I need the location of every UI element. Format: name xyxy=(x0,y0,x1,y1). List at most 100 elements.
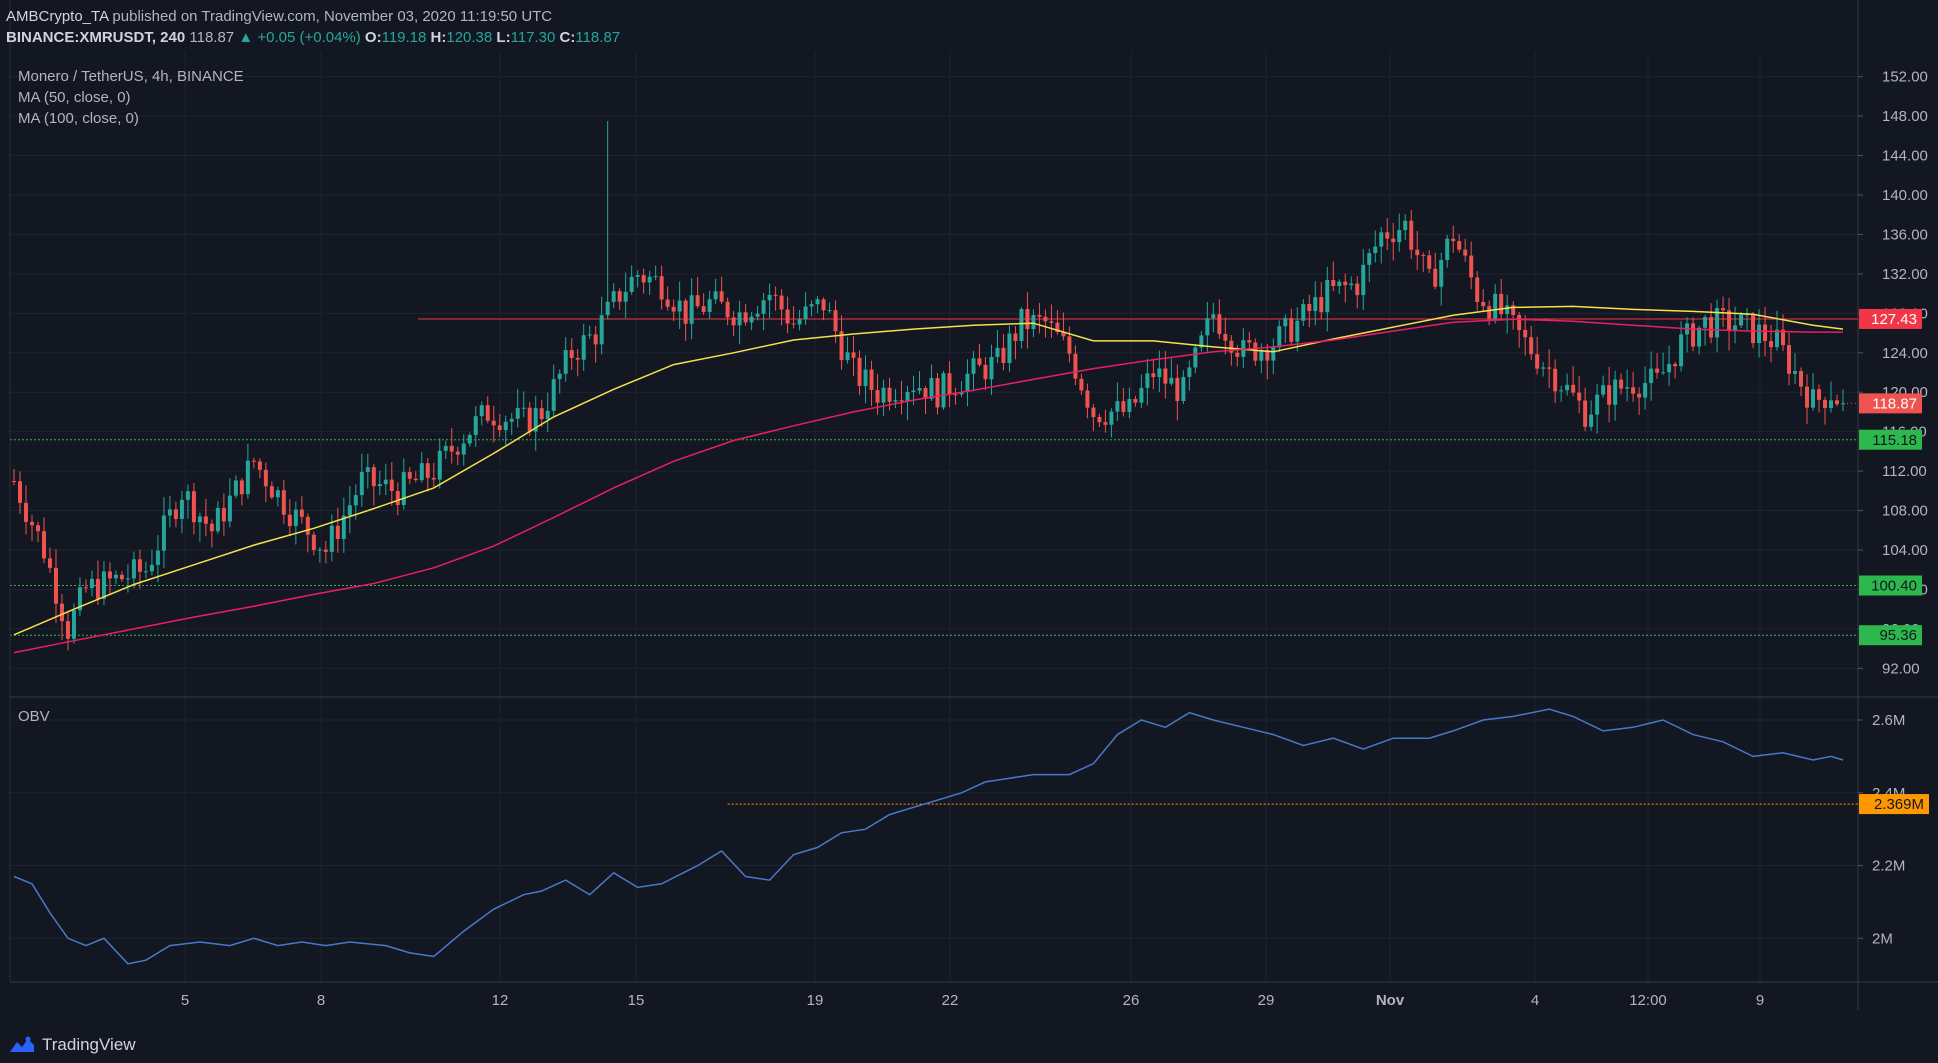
candle-body xyxy=(1607,385,1612,405)
candle-body xyxy=(167,509,172,516)
candle-body xyxy=(59,603,64,622)
time-tick-label: 19 xyxy=(807,992,824,1009)
candle-body xyxy=(545,410,550,420)
candle-body xyxy=(707,299,712,312)
candle-body xyxy=(1115,401,1120,412)
price-tick-label: 108.00 xyxy=(1882,503,1928,520)
candle-body xyxy=(1547,367,1552,369)
price-tick-label: 148.00 xyxy=(1882,108,1928,125)
candle-body xyxy=(425,463,430,478)
candle-body xyxy=(293,509,298,527)
candle-body xyxy=(365,467,370,472)
candle-body xyxy=(1523,330,1528,338)
obv-legend[interactable]: OBV xyxy=(18,708,50,725)
candle-body xyxy=(521,407,526,409)
candle-body xyxy=(1493,293,1498,319)
candle-body xyxy=(437,450,442,480)
candle-body xyxy=(1187,367,1192,377)
candle-body xyxy=(899,400,904,402)
candle-body xyxy=(1223,333,1228,341)
candle-body xyxy=(1595,394,1600,415)
candle-body xyxy=(983,364,988,380)
candle-body xyxy=(1811,389,1816,408)
candle-body xyxy=(1247,340,1252,343)
time-tick-label: 8 xyxy=(317,992,325,1009)
candle-body xyxy=(407,472,412,479)
candle-body xyxy=(1445,238,1450,261)
legend-ma100[interactable]: MA (100, close, 0) xyxy=(18,108,244,129)
candle-body xyxy=(1469,255,1474,278)
change-arrow-icon: ▲ xyxy=(238,29,254,46)
price-chart[interactable]: 152.00148.00144.00140.00136.00132.00128.… xyxy=(0,0,1938,1063)
candle-body xyxy=(89,578,94,588)
candle-body xyxy=(599,315,604,345)
candle-body xyxy=(1661,372,1666,374)
candle-body xyxy=(887,387,892,402)
candle-body xyxy=(479,405,484,417)
candle-body xyxy=(647,276,652,283)
candle-body xyxy=(935,378,940,408)
candle-body xyxy=(725,301,730,318)
candle-body xyxy=(1757,324,1762,344)
legend-ma50[interactable]: MA (50, close, 0) xyxy=(18,87,244,108)
candle-body xyxy=(287,514,292,527)
candle-body xyxy=(1817,389,1822,400)
candle-body xyxy=(1763,324,1768,342)
candle-body xyxy=(1217,314,1222,334)
candle-body xyxy=(1127,399,1132,412)
symbol-label[interactable]: BINANCE:XMRUSDT, 240 xyxy=(6,29,185,46)
price-tick-label: 124.00 xyxy=(1882,345,1928,362)
candle-body xyxy=(617,291,622,302)
candle-body xyxy=(623,291,628,302)
candle-body xyxy=(1841,403,1845,405)
candle-body xyxy=(833,310,838,332)
candle-body xyxy=(1457,241,1462,250)
time-tick-label: 12:00 xyxy=(1629,992,1667,1009)
candle-body xyxy=(1007,333,1012,364)
candle-body xyxy=(419,463,424,481)
candle-body xyxy=(1031,314,1036,330)
candle-body xyxy=(881,387,886,403)
candle-body xyxy=(911,390,916,392)
candle-body xyxy=(395,490,400,505)
candle-body xyxy=(1709,316,1714,338)
candle-body xyxy=(1775,329,1780,348)
candle-body xyxy=(473,416,478,436)
candle-body xyxy=(869,369,874,391)
price-tick-label: 136.00 xyxy=(1882,226,1928,243)
footer-brand[interactable]: TradingView xyxy=(8,1035,136,1055)
candle-body xyxy=(515,407,520,419)
candle-body xyxy=(185,491,190,500)
price-tick-label: 112.00 xyxy=(1882,463,1927,480)
candle-body xyxy=(311,534,316,551)
candle-body xyxy=(1325,280,1330,313)
candle-body xyxy=(1403,220,1408,231)
candle-body xyxy=(1691,323,1696,347)
candle-body xyxy=(29,521,34,526)
chart-header: AMBCrypto_TA published on TradingView.co… xyxy=(6,6,620,48)
candle-body xyxy=(305,516,310,535)
candle-body xyxy=(431,477,436,480)
candle-body xyxy=(1397,230,1402,243)
candle-body xyxy=(1439,260,1444,287)
candle-body xyxy=(47,558,52,568)
candle-body xyxy=(1343,281,1348,286)
candle-body xyxy=(41,531,46,559)
candle-body xyxy=(1151,373,1156,378)
candle-body xyxy=(1769,341,1774,348)
candle-body xyxy=(281,490,286,515)
candle-body xyxy=(1013,333,1018,341)
candle-body xyxy=(1631,387,1636,394)
candle-body xyxy=(323,549,328,552)
time-tick-label: 15 xyxy=(628,992,645,1009)
candle-body xyxy=(1271,347,1276,361)
candle-body xyxy=(1133,399,1138,403)
candle-body xyxy=(965,373,970,392)
candle-body xyxy=(1625,387,1630,389)
candle-body xyxy=(845,352,850,361)
price-tick-label: 92.00 xyxy=(1882,660,1920,677)
candle-body xyxy=(149,564,154,572)
obv-indicator xyxy=(13,708,1858,965)
candle-body xyxy=(1169,377,1174,384)
author-name[interactable]: AMBCrypto_TA xyxy=(6,8,108,25)
